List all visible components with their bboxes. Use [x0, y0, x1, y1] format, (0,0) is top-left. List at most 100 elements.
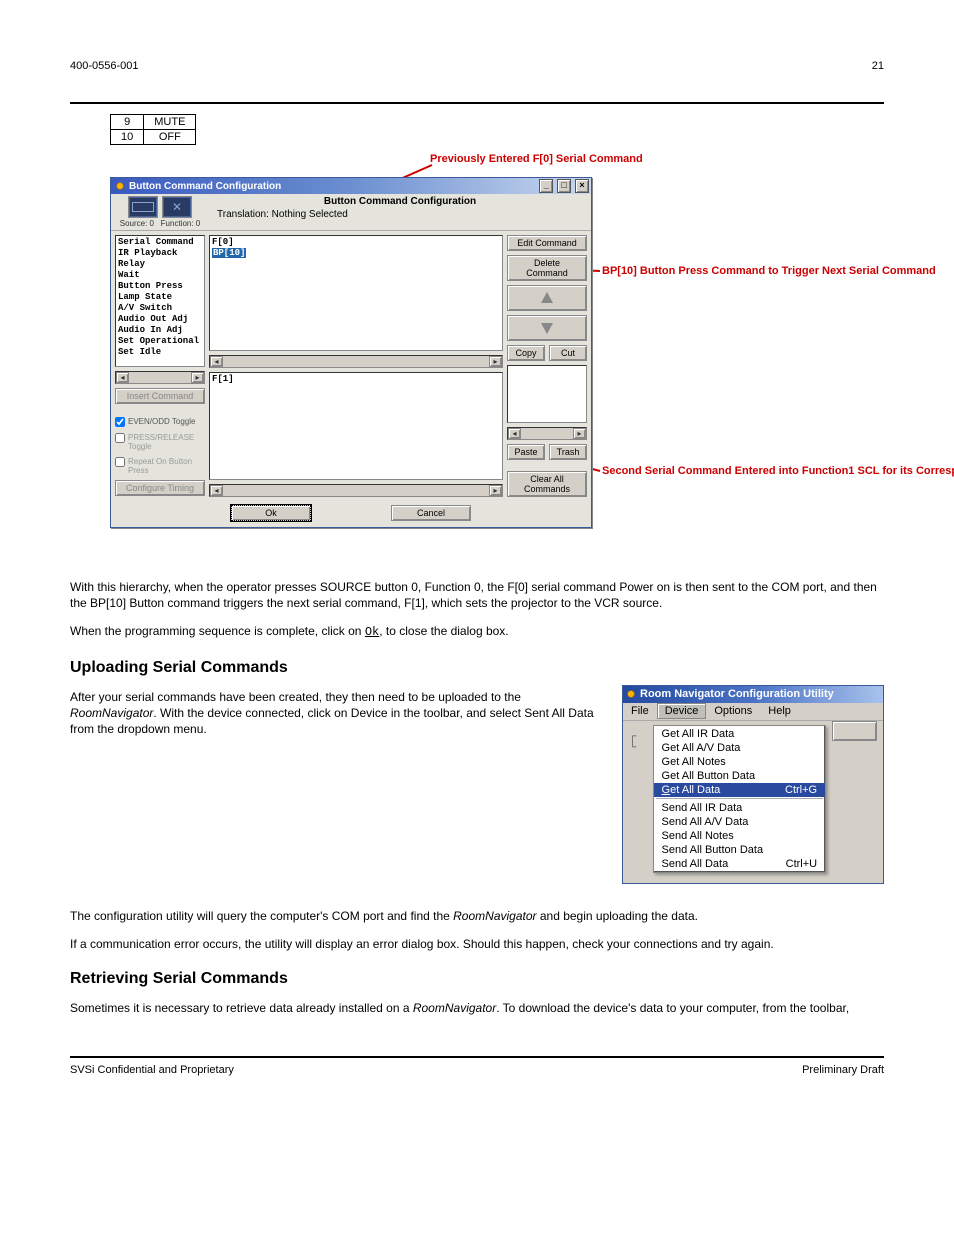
move-up-button[interactable] [507, 285, 587, 311]
gear-icon [626, 689, 636, 699]
scl-line[interactable]: BP[10] [212, 248, 500, 259]
command-type-list[interactable]: Serial Command IR Playback Relay Wait Bu… [115, 235, 205, 367]
tree-stub: ┌└ [629, 725, 647, 753]
ok-button[interactable]: Ok [231, 505, 311, 521]
hscroll[interactable]: ◂▸ [507, 427, 587, 440]
paragraph: If a communication error occurs, the uti… [70, 936, 884, 952]
cell: 9 [111, 115, 144, 130]
footer-right: Preliminary Draft [802, 1064, 884, 1076]
function-label: Function: 0 [161, 219, 201, 228]
menu-help[interactable]: Help [760, 703, 799, 719]
annotation-prev-f0: Previously Entered F[0] Serial Command [430, 153, 643, 165]
chk-evenodd[interactable]: EVEN/ODD Toggle [115, 416, 205, 428]
checkbox[interactable] [115, 417, 125, 427]
paragraph: With this hierarchy, when the operator p… [70, 579, 884, 611]
menu-file[interactable]: File [623, 703, 657, 719]
menu-device[interactable]: Device [657, 703, 707, 719]
move-down-button[interactable] [507, 315, 587, 341]
chk-pressrelease[interactable]: PRESS/RELEASE Toggle [115, 432, 205, 452]
cmd-item[interactable]: Set Idle [118, 347, 202, 358]
scl-function1[interactable]: F[1] [209, 372, 503, 480]
hscroll[interactable]: ◂▸ [115, 371, 205, 384]
cmd-item[interactable]: Set Operational [118, 336, 202, 347]
cmd-item[interactable]: A/V Switch [118, 303, 202, 314]
minimize-button[interactable]: _ [539, 179, 553, 193]
cfg-title: Button Command Configuration [217, 196, 583, 207]
menu-item[interactable]: Get All A/V Data [654, 741, 826, 755]
delete-command-button[interactable]: Delete Command [507, 255, 587, 281]
scl-line[interactable]: F[0] [212, 237, 500, 248]
cmd-item[interactable]: IR Playback [118, 248, 202, 259]
hscroll[interactable]: ◂▸ [209, 484, 503, 497]
source-label: Source: 0 [120, 219, 154, 228]
device-menu-dropdown: Get All IR Data Get All A/V Data Get All… [653, 725, 827, 873]
cmd-item[interactable]: Wait [118, 270, 202, 281]
trash-button[interactable]: Trash [549, 444, 587, 460]
checkbox[interactable] [115, 433, 125, 443]
rn-menubar: File Device Options Help [623, 703, 883, 721]
bcc-titlebar[interactable]: Button Command Configuration _ □ × [111, 178, 591, 194]
footer-left: SVSi Confidential and Proprietary [70, 1064, 234, 1076]
menu-item-highlighted[interactable]: Get All DataCtrl+G [654, 783, 826, 797]
menu-item[interactable]: Send All Notes [654, 829, 826, 843]
cell: MUTE [144, 115, 196, 130]
insert-command-button[interactable]: Insert Command [115, 388, 205, 404]
menu-separator [656, 798, 824, 800]
function0-icon [162, 196, 192, 218]
menu-item[interactable]: Get All IR Data [654, 727, 826, 741]
chk-label: EVEN/ODD Toggle [128, 417, 195, 426]
cmd-item[interactable]: Audio Out Adj [118, 314, 202, 325]
footer: SVSi Confidential and Proprietary Prelim… [70, 1056, 884, 1076]
translation-label: Translation: Nothing Selected [217, 209, 583, 220]
rn-titlebar[interactable]: Room Navigator Configuration Utility [623, 686, 883, 703]
cmd-item[interactable]: Lamp State [118, 292, 202, 303]
code-table: 9 MUTE 10 OFF [110, 114, 196, 145]
paragraph: Sometimes it is necessary to retrieve da… [70, 1000, 884, 1016]
edit-command-button[interactable]: Edit Command [507, 235, 587, 251]
rn-window: Room Navigator Configuration Utility Fil… [622, 685, 884, 884]
section-heading: Retrieving Serial Commands [70, 970, 884, 988]
copy-button[interactable]: Copy [507, 345, 545, 361]
cancel-button[interactable]: Cancel [391, 505, 471, 521]
cut-button[interactable]: Cut [549, 345, 587, 361]
checkbox[interactable] [115, 457, 125, 467]
clear-all-button[interactable]: Clear All Commands [507, 471, 587, 497]
paragraph: When the programming sequence is complet… [70, 623, 884, 640]
menu-item[interactable]: Send All IR Data [654, 801, 826, 815]
hscroll[interactable]: ◂▸ [209, 355, 503, 368]
translation-value: Nothing Selected [272, 209, 348, 220]
menu-item[interactable]: Send All DataCtrl+U [654, 857, 826, 871]
cell: 10 [111, 130, 144, 145]
scl-line[interactable]: F[1] [212, 374, 500, 385]
chk-label: Repeat On Button Press [128, 457, 205, 475]
cmd-item[interactable]: Relay [118, 259, 202, 270]
scl-function0[interactable]: F[0] BP[10] [209, 235, 503, 351]
window-title: Button Command Configuration [129, 181, 281, 192]
clipboard-box [507, 365, 587, 423]
chk-label: PRESS/RELEASE Toggle [128, 433, 205, 451]
chk-repeat[interactable]: Repeat On Button Press [115, 456, 205, 476]
menu-options[interactable]: Options [706, 703, 760, 719]
maximize-button[interactable]: □ [557, 179, 571, 193]
panel-stub [832, 721, 877, 741]
paste-button[interactable]: Paste [507, 444, 545, 460]
bcc-icon-panel: Source: 0 Function: 0 [111, 194, 209, 230]
gear-icon [115, 181, 125, 191]
header-docnum: 400-0556-001 [70, 60, 139, 72]
rn-title: Room Navigator Configuration Utility [640, 688, 834, 700]
bcc-window: Button Command Configuration _ □ × [110, 177, 592, 528]
annotation-f1: Second Serial Command Entered into Funct… [602, 465, 954, 477]
configure-timing-button[interactable]: Configure Timing [115, 480, 205, 496]
menu-item[interactable]: Get All Button Data [654, 769, 826, 783]
screenshot-rn-wrap: Room Navigator Configuration Utility Fil… [622, 685, 884, 884]
screenshot-bcc-wrap: Previously Entered F[0] Serial Command B… [110, 153, 884, 563]
menu-item[interactable]: Send All Button Data [654, 843, 826, 857]
cmd-item[interactable]: Audio In Adj [118, 325, 202, 336]
annotation-bp10: BP[10] Button Press Command to Trigger N… [602, 265, 936, 277]
close-button[interactable]: × [575, 179, 589, 193]
menu-item[interactable]: Get All Notes [654, 755, 826, 769]
menu-item[interactable]: Send All A/V Data [654, 815, 826, 829]
header-rule [70, 102, 884, 104]
cmd-item[interactable]: Button Press [118, 281, 202, 292]
cmd-item[interactable]: Serial Command [118, 237, 202, 248]
